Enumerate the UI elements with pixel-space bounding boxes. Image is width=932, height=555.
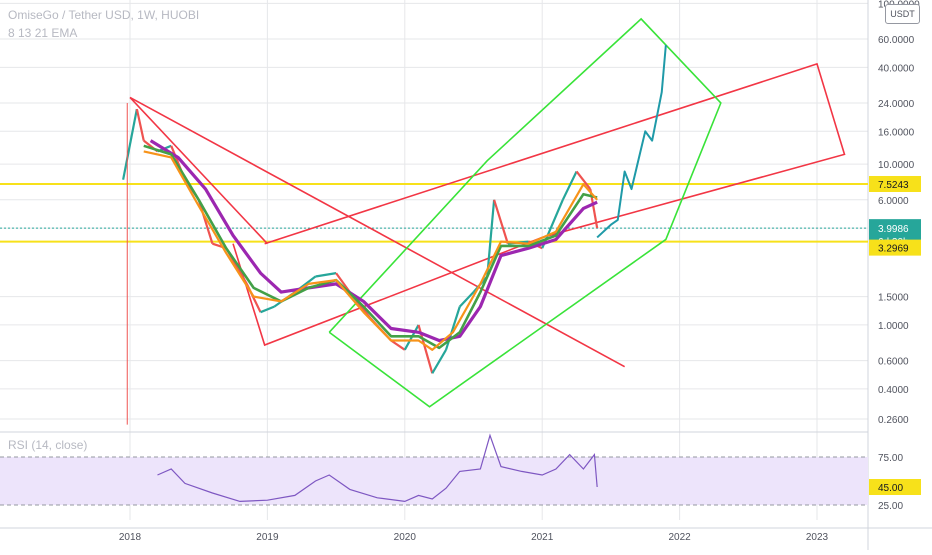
chart-svg: 100.000060.000040.000024.000016.000010.0…	[0, 0, 932, 550]
trend-channels	[129, 17, 846, 408]
price-segment	[315, 272, 337, 278]
price-segment	[135, 108, 145, 141]
ema21-line	[149, 139, 598, 343]
price-tick-label: 16.0000	[878, 127, 915, 138]
price-tick-label: 0.4000	[878, 385, 909, 396]
price-tick-label: 1.5000	[878, 293, 909, 304]
price-tick-label: 10.0000	[878, 160, 915, 171]
price-tick-label: 24.0000	[878, 99, 915, 110]
price-series	[122, 44, 667, 425]
projection-path	[596, 44, 667, 239]
chart-stage: 100.000060.000040.000024.000016.000010.0…	[0, 0, 932, 550]
price-segment	[561, 171, 578, 201]
currency-badge[interactable]: USDT	[885, 4, 920, 24]
price-tick-label: 0.6000	[878, 357, 909, 368]
time-tick-label: 2018	[119, 532, 142, 543]
rsi-marker-45-label: 45.00	[878, 483, 903, 494]
price-marker-7-5243-label: 7.5243	[878, 180, 909, 191]
time-tick-label: 2023	[806, 532, 829, 543]
price-segment	[493, 199, 509, 245]
price-markers: 7.52433.99866d 20h3.296945.00	[869, 175, 921, 495]
indicator-legend: 8 13 21 EMA	[8, 26, 78, 40]
price-marker-3-2969-label: 3.2969	[878, 244, 909, 255]
price-tick-label: 6.0000	[878, 196, 909, 207]
red-rising-channel	[232, 62, 846, 347]
price-segment	[431, 349, 447, 374]
price-tick-label: 1.0000	[878, 321, 909, 332]
rsi-tick-label: 25.00	[878, 501, 903, 512]
time-tick-label: 2019	[256, 532, 279, 543]
time-tick-label: 2021	[531, 532, 554, 543]
current-price-label: 3.9986	[878, 224, 909, 235]
price-tick-label: 0.2600	[878, 415, 909, 426]
price-tick-label: 60.0000	[878, 35, 915, 46]
rsi-tick-label: 75.00	[878, 453, 903, 464]
price-segment	[390, 339, 406, 351]
ema8-line	[143, 150, 598, 351]
price-segment	[444, 306, 461, 351]
price-axis[interactable]: 100.000060.000040.000024.000016.000010.0…	[878, 0, 920, 512]
symbol-title: OmiseGo / Tether USD, 1W, HUOBI	[8, 8, 200, 22]
time-tick-label: 2022	[668, 532, 691, 543]
time-axis[interactable]: 2018 2019 2020 2021 2022 2023	[119, 532, 829, 543]
price-tick-label: 40.0000	[878, 63, 915, 74]
time-tick-label: 2020	[394, 532, 417, 543]
red-downtrend-line	[129, 96, 268, 245]
rsi-legend: RSI (14, close)	[8, 438, 88, 452]
